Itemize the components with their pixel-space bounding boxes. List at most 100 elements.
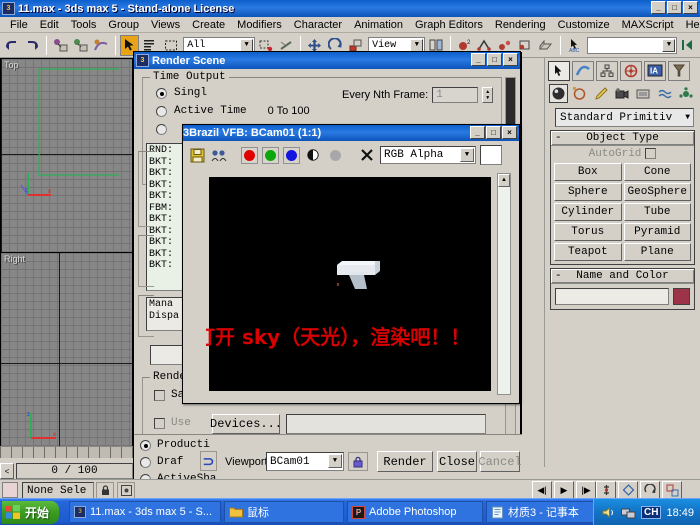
taskbar-item-photoshop[interactable]: P Adobe Photoshop	[347, 501, 484, 523]
object-subcategory-combo[interactable]: Standard Primitiv ▼	[555, 108, 694, 127]
minimize-button[interactable]: _	[651, 1, 666, 14]
menu-item-create[interactable]: Create	[186, 18, 231, 32]
menu-item-help[interactable]: Help	[680, 18, 700, 32]
alpha-channel-toggle[interactable]	[326, 146, 344, 164]
menu-item-modifiers[interactable]: Modifiers	[231, 18, 288, 32]
render-viewport-combo[interactable]: BCam01 ▼	[266, 452, 344, 471]
blue-channel-toggle[interactable]	[283, 146, 300, 164]
mono-channel-toggle[interactable]	[304, 146, 322, 164]
scroll-up-arrow-icon[interactable]: ▲	[498, 174, 510, 187]
every-nth-input[interactable]: 1	[432, 87, 479, 103]
channel-select-combo[interactable]: RGB Alpha ▼	[380, 146, 476, 164]
create-box-button[interactable]: Box	[554, 163, 622, 181]
geometry-icon[interactable]	[549, 84, 569, 103]
menu-item-rendering[interactable]: Rendering	[489, 18, 552, 32]
red-channel-toggle[interactable]	[241, 146, 258, 164]
active-time-radio[interactable]	[156, 105, 167, 117]
shapes-icon[interactable]	[570, 84, 590, 103]
vfb-right-scrollbar[interactable]: ▲	[497, 173, 511, 395]
production-radio[interactable]	[140, 439, 151, 451]
name-and-color-header[interactable]: - Name and Color	[551, 269, 694, 284]
timeline-track[interactable]	[0, 446, 133, 458]
save-file-row[interactable]: Sa	[154, 389, 184, 401]
menu-item-group[interactable]: Group	[102, 18, 145, 32]
viewport-top[interactable]: z x Top	[0, 58, 133, 268]
render-button[interactable]: Render	[377, 451, 433, 472]
draft-radio[interactable]	[140, 456, 151, 468]
clear-icon[interactable]	[358, 146, 376, 164]
bind-space-warp-icon[interactable]	[91, 34, 112, 56]
menu-item-graph-editors[interactable]: Graph Editors	[409, 18, 489, 32]
render-small-input[interactable]	[150, 345, 186, 365]
selection-lock-icon[interactable]	[96, 482, 114, 499]
create-tube-button[interactable]: Tube	[623, 203, 691, 221]
taskbar-item-folder[interactable]: 鼠标	[224, 501, 345, 523]
vfb-render-canvas[interactable]: 打开 sky（天光），渲染吧！！	[195, 177, 491, 391]
systems-icon[interactable]	[676, 84, 696, 103]
motion-tab[interactable]	[620, 61, 642, 81]
cameras-icon[interactable]	[612, 84, 633, 103]
preset-icon[interactable]: ⊃	[200, 451, 217, 471]
rollup-collapse-toggle[interactable]: -	[555, 132, 562, 144]
redo-icon[interactable]	[22, 34, 42, 56]
single-radio[interactable]	[156, 87, 167, 99]
absolute-relative-toggle-icon[interactable]	[117, 482, 135, 499]
snap-toggle-icon[interactable]	[678, 34, 698, 56]
object-name-input[interactable]	[555, 288, 669, 305]
render-dialog-minimize[interactable]: _	[471, 53, 486, 66]
modify-tab[interactable]	[572, 61, 594, 81]
create-teapot-button[interactable]: Teapot	[554, 243, 622, 261]
chevron-down-icon[interactable]: ▼	[328, 454, 342, 468]
create-geosphere-button[interactable]: GeoSphere	[623, 183, 691, 201]
chevron-down-icon[interactable]: ▼	[460, 148, 474, 162]
select-by-name-field-icon[interactable]: ABC	[564, 34, 585, 56]
undo-icon[interactable]	[2, 34, 22, 56]
create-torus-button[interactable]: Torus	[554, 223, 622, 241]
menu-item-maxscript[interactable]: MAXScript	[616, 18, 680, 32]
rollup-collapse-toggle[interactable]: -	[555, 270, 562, 282]
ime-language-badge[interactable]: CH	[641, 506, 662, 519]
create-sphere-button[interactable]: Sphere	[554, 183, 622, 201]
chevron-down-icon[interactable]: ▼	[662, 38, 676, 52]
close-render-dialog-button[interactable]: Close	[437, 451, 477, 472]
clone-icon[interactable]	[210, 146, 228, 164]
single-radio-row[interactable]: Singl	[156, 87, 207, 99]
render-manager-list[interactable]: Mana Dispa	[146, 297, 186, 331]
restore-button[interactable]: □	[667, 1, 682, 14]
select-link-icon[interactable]	[50, 34, 71, 56]
taskbar-clock[interactable]: 18:49	[666, 507, 694, 519]
menu-item-animation[interactable]: Animation	[348, 18, 409, 32]
create-cylinder-button[interactable]: Cylinder	[554, 203, 622, 221]
every-nth-spinner[interactable]: ▲ ▼	[482, 87, 494, 103]
menu-item-edit[interactable]: Edit	[34, 18, 65, 32]
utilities-tab[interactable]	[668, 61, 690, 81]
unlink-icon[interactable]	[71, 34, 91, 56]
chevron-down-icon[interactable]: ▼	[410, 38, 424, 52]
menu-item-character[interactable]: Character	[288, 18, 348, 32]
draft-radio-row[interactable]: Draf	[140, 456, 183, 468]
vfb-color-swatch[interactable]	[480, 145, 502, 165]
production-radio-row[interactable]: Producti	[140, 439, 210, 451]
viewport-right[interactable]: z x Right	[0, 252, 133, 450]
hierarchy-tab[interactable]	[596, 61, 618, 81]
vfb-minimize-button[interactable]: _	[470, 126, 485, 139]
object-color-swatch[interactable]	[673, 288, 690, 305]
menu-item-file[interactable]: File	[4, 18, 34, 32]
save-icon[interactable]	[188, 146, 206, 164]
display-tab[interactable]: IA	[644, 61, 666, 81]
menu-item-customize[interactable]: Customize	[552, 18, 616, 32]
chevron-down-icon[interactable]: ▼	[240, 38, 254, 52]
menu-item-views[interactable]: Views	[145, 18, 186, 32]
frame-prev-button[interactable]: <	[0, 463, 14, 479]
save-file-checkbox[interactable]	[154, 389, 165, 401]
start-button[interactable]: 开始	[2, 500, 60, 524]
chevron-down-icon[interactable]: ▼	[685, 113, 690, 122]
render-dialog-restore[interactable]: □	[487, 53, 502, 66]
range-radio-row[interactable]	[156, 123, 167, 135]
use-device-checkbox[interactable]	[154, 417, 165, 429]
render-dialog-close[interactable]: ×	[503, 53, 518, 66]
object-type-header[interactable]: - Object Type	[551, 131, 694, 146]
lights-icon[interactable]	[591, 84, 611, 103]
curve-editor-icon[interactable]	[536, 34, 556, 56]
taskbar-item-3dsmax[interactable]: 3 11.max - 3ds max 5 - S...	[69, 501, 222, 523]
